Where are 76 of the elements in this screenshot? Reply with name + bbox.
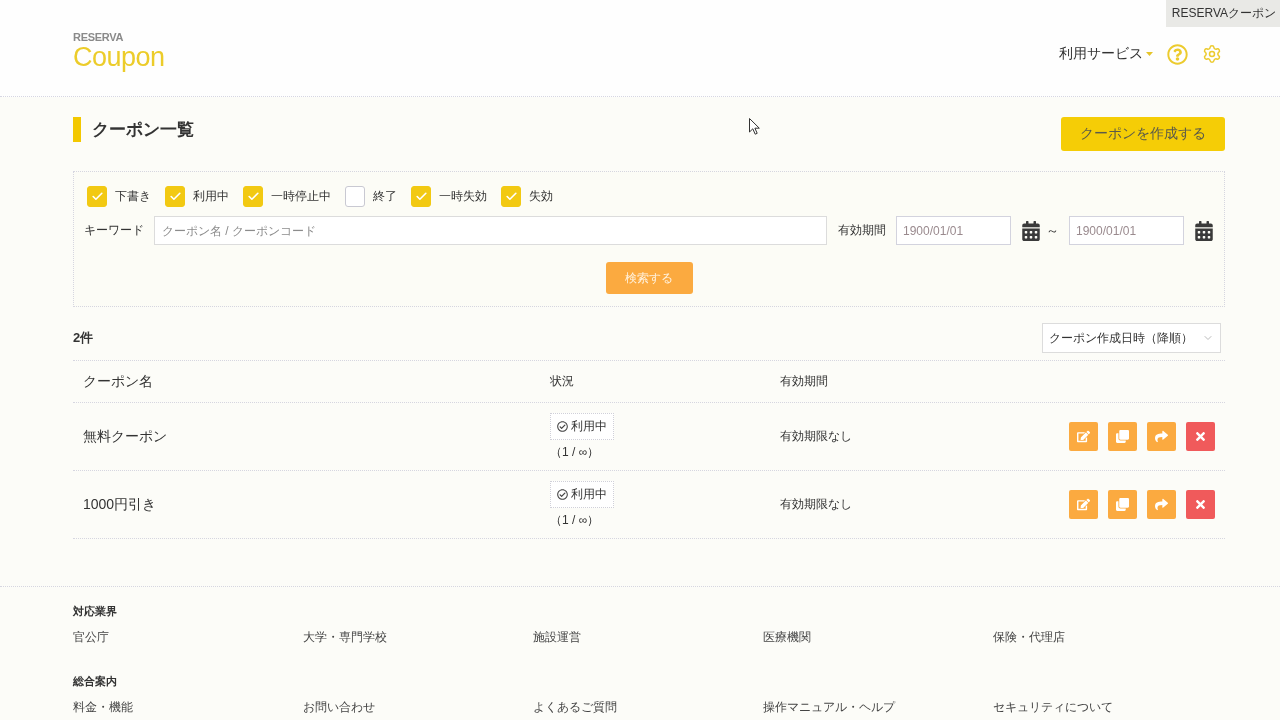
calendar-icon[interactable] — [1021, 220, 1041, 241]
status-filter-label[interactable]: 失効 — [529, 188, 553, 205]
close-icon — [1194, 498, 1207, 511]
column-header: 状況 — [550, 373, 574, 390]
coupon-name: 1000円引き — [83, 495, 157, 514]
logo-product-text: Coupon — [73, 43, 165, 71]
sort-select[interactable]: クーポン作成日時（降順） — [1042, 323, 1221, 353]
service-tab[interactable]: RESERVAクーポン — [1165, 0, 1280, 27]
status-filter-label[interactable]: 利用中 — [193, 188, 229, 205]
checkbox[interactable] — [411, 186, 431, 207]
footer-link[interactable]: 施設運営 — [533, 630, 581, 644]
footer-heading: 対応業界 — [73, 604, 117, 618]
status-filter-label[interactable]: 一時失効 — [439, 188, 487, 205]
checkbox[interactable] — [345, 186, 365, 207]
check-icon — [168, 190, 182, 203]
check-icon — [504, 190, 518, 203]
copy-button[interactable] — [1108, 422, 1137, 451]
page-title: クーポン一覧 — [73, 117, 194, 142]
check-icon — [90, 190, 104, 203]
service-menu[interactable]: 利用サービス — [1059, 45, 1153, 63]
footer-link[interactable]: 医療機関 — [763, 630, 811, 644]
status-filter-label[interactable]: 下書き — [115, 188, 151, 205]
edit-icon — [1077, 498, 1090, 511]
checkbox[interactable] — [87, 186, 107, 207]
period-label: 有効期間 — [838, 222, 886, 239]
settings-icon[interactable] — [1202, 44, 1222, 64]
share-arrow-icon — [1155, 498, 1168, 511]
footer-link[interactable]: 大学・専門学校 — [303, 630, 387, 644]
delete-button[interactable] — [1186, 490, 1215, 519]
help-icon[interactable] — [1167, 43, 1188, 65]
logo-brand-text: RESERVA — [73, 31, 124, 43]
keyword-input[interactable]: クーポン名 / クーポンコード — [154, 216, 827, 245]
edit-button[interactable] — [1069, 490, 1098, 519]
footer-link[interactable]: 保険・代理店 — [993, 630, 1065, 644]
share-button[interactable] — [1147, 490, 1176, 519]
check-icon — [246, 190, 260, 203]
validity-period: 有効期限なし — [780, 428, 852, 445]
footer-link[interactable]: 料金・機能 — [73, 700, 133, 714]
coupon-name: 無料クーポン — [83, 427, 167, 446]
delete-button[interactable] — [1186, 422, 1215, 451]
create-coupon-button[interactable]: クーポンを作成する — [1061, 117, 1225, 151]
edit-icon — [1077, 430, 1090, 443]
column-header: クーポン名 — [83, 372, 153, 391]
footer-link[interactable]: お問い合わせ — [303, 700, 375, 714]
status-filter-label[interactable]: 終了 — [373, 188, 397, 205]
footer-link[interactable]: 操作マニュアル・ヘルプ — [763, 700, 895, 714]
copy-icon — [1116, 430, 1129, 443]
start-date-input[interactable]: 1900/01/01 — [896, 216, 1011, 245]
validity-period: 有効期限なし — [780, 496, 852, 513]
footer-link[interactable]: よくあるご質問 — [533, 700, 617, 714]
status-text: 利用中 — [571, 417, 607, 435]
range-separator: ～ — [1046, 221, 1059, 240]
copy-button[interactable] — [1108, 490, 1137, 519]
usage-count: （1 / ∞） — [550, 443, 600, 461]
usage-count: （1 / ∞） — [550, 511, 600, 529]
caret-icon — [1146, 52, 1153, 56]
mouse-cursor-icon — [749, 118, 760, 135]
status-filter-label[interactable]: 一時停止中 — [271, 188, 331, 205]
share-button[interactable] — [1147, 422, 1176, 451]
checkbox[interactable] — [243, 186, 263, 207]
checkbox[interactable] — [165, 186, 185, 207]
calendar-icon[interactable] — [1194, 220, 1214, 241]
footer-link[interactable]: セキュリティについて — [993, 700, 1113, 714]
status-text: 利用中 — [571, 485, 607, 503]
end-date-input[interactable]: 1900/01/01 — [1069, 216, 1184, 245]
checkbox[interactable] — [501, 186, 521, 207]
column-header: 有効期間 — [780, 373, 828, 390]
footer-heading: 総合案内 — [73, 674, 117, 688]
check-icon — [414, 190, 428, 203]
close-icon — [1194, 430, 1207, 443]
result-count: 2件 — [73, 329, 94, 347]
keyword-label: キーワード — [84, 222, 144, 239]
edit-button[interactable] — [1069, 422, 1098, 451]
footer-link[interactable]: 官公庁 — [73, 630, 109, 644]
copy-icon — [1116, 498, 1129, 511]
share-arrow-icon — [1155, 430, 1168, 443]
